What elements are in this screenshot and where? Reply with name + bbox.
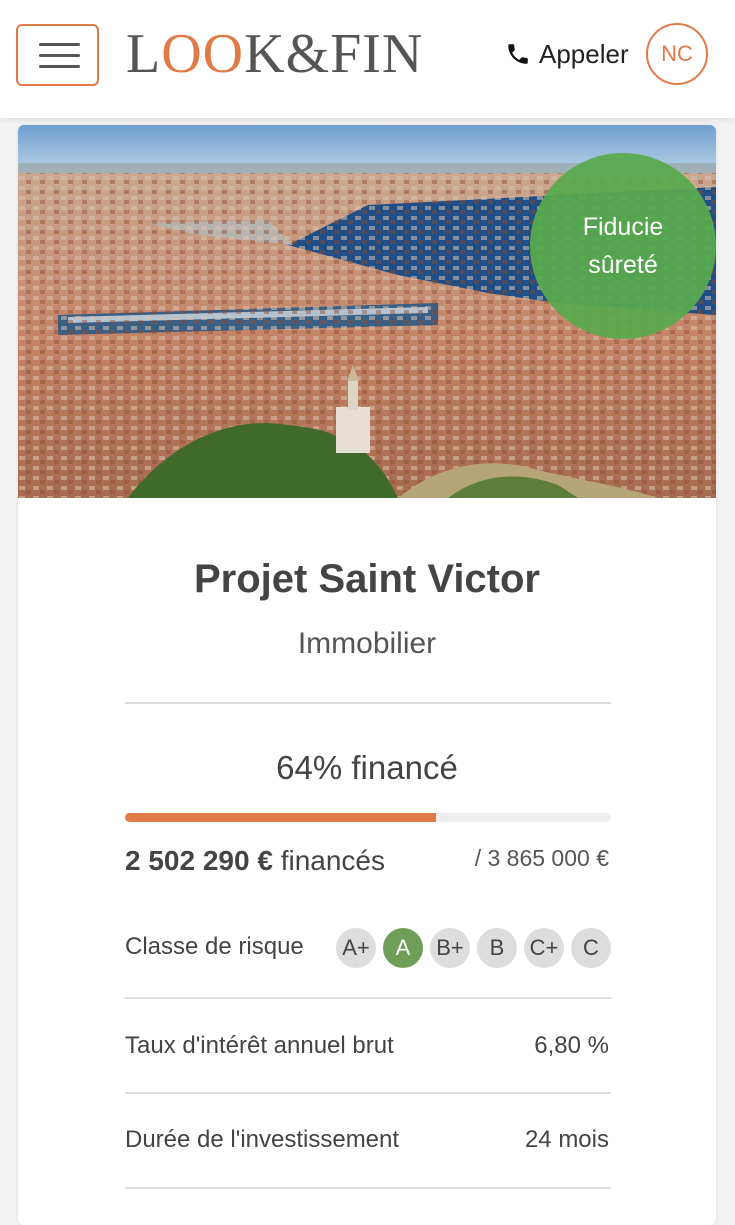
top-header: LOOK&FIN Appeler NC <box>0 0 735 118</box>
funded-percentage: 64% financé <box>276 749 458 786</box>
phone-icon <box>508 44 528 64</box>
divider <box>125 1092 611 1094</box>
divider <box>125 1187 611 1189</box>
interest-rate-value: 6,80 % <box>534 1032 609 1059</box>
divider <box>125 997 611 999</box>
raised-value: 2 502 290 € <box>125 845 273 876</box>
risk-class-scale: A+ A B+ B C+ C <box>336 928 611 968</box>
badge-line-1: Fiducie <box>582 213 664 241</box>
funding-goal: / 3 865 000 € <box>474 845 609 871</box>
interest-rate-label: Taux d'intérêt annuel brut <box>125 1032 394 1059</box>
avatar-initials: NC <box>661 41 693 66</box>
risk-class-label: Classe de risque <box>125 933 304 960</box>
divider <box>125 702 611 704</box>
badge-line-2: sûreté <box>588 251 658 279</box>
risk-class-chip: C <box>571 928 611 968</box>
funding-progress-fill <box>125 813 437 822</box>
duration-value: 24 mois <box>524 1126 609 1153</box>
raised-amount: 2 502 290 € financés <box>125 845 385 877</box>
duration-label: Durée de l'investissement <box>125 1126 400 1153</box>
funding-progress-bar <box>125 813 611 822</box>
risk-class-chip: B <box>477 928 517 968</box>
risk-class-chip: A+ <box>336 928 376 968</box>
risk-class-chip: A <box>383 928 423 968</box>
call-button[interactable]: Appeler <box>505 36 629 72</box>
risk-class-chip: B+ <box>430 928 470 968</box>
guarantee-badge: Fiducie sûreté <box>530 153 716 339</box>
brand-logo[interactable]: LOOK&FIN <box>126 24 423 84</box>
raised-suffix: financés <box>280 845 385 876</box>
user-avatar[interactable]: NC <box>646 23 708 85</box>
project-card[interactable]: Fiducie sûreté Projet Saint Victor Immob… <box>18 125 716 1225</box>
menu-button[interactable] <box>16 24 99 86</box>
call-label: Appeler <box>539 38 629 69</box>
risk-class-chip: C+ <box>524 928 564 968</box>
project-title: Projet Saint Victor <box>193 557 540 601</box>
project-category: Immobilier <box>297 627 437 660</box>
